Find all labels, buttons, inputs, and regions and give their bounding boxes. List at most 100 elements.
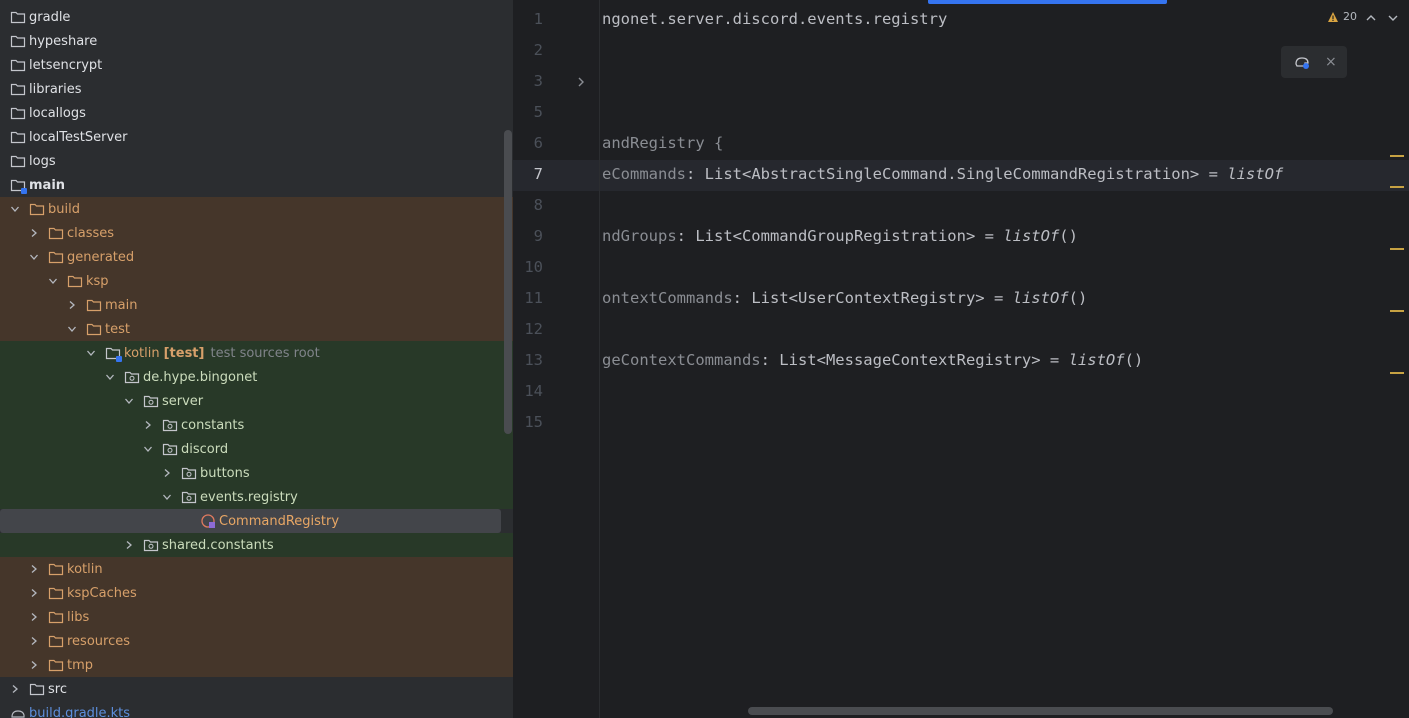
chevron-up-icon[interactable] <box>1365 12 1377 24</box>
call-parens: () <box>1059 227 1078 245</box>
class-declaration: andRegistry { <box>602 134 724 152</box>
chevron-right-icon[interactable] <box>29 564 39 574</box>
tree-row-label: localTestServer <box>29 129 128 145</box>
chevron-right-icon[interactable] <box>29 588 39 598</box>
tree-row-label: tmp <box>67 657 94 673</box>
folder-icon <box>10 81 26 97</box>
warning-icon <box>1328 11 1338 22</box>
tree-row-folder-kotlin[interactable]: kotlin <box>0 557 513 581</box>
chevron-down-icon[interactable] <box>124 396 134 406</box>
code-line-9: ndGroups: List<CommandGroupRegistration>… <box>602 227 1078 245</box>
tree-row-label: CommandRegistry <box>219 513 340 529</box>
tree-row-folder-generated[interactable]: generated <box>0 245 513 269</box>
chevron-right-icon[interactable] <box>29 636 39 646</box>
tree-row-folder-kotlin-test[interactable]: kotlin [test] test sources root <box>0 341 513 365</box>
property-name: ndGroups <box>602 227 677 245</box>
code-editor[interactable]: 1 2 3 5 6 7 8 9 10 11 12 13 14 15 ngonet.server.disco… <box>513 0 1409 718</box>
line-number: 11 <box>524 289 543 307</box>
excluded-folder-icon <box>48 657 64 673</box>
tree-row-file-build-gradle-kts[interactable]: build.gradle.kts <box>0 701 513 718</box>
tree-row-folder-build[interactable]: build <box>0 197 513 221</box>
tree-row-folder-kspCaches[interactable]: kspCaches <box>0 581 513 605</box>
tree-row-package-de-hype-bingonet[interactable]: de.hype.bingonet <box>0 365 513 389</box>
tree-row-folder-logs[interactable]: logs <box>0 149 513 173</box>
tree-row-folder-libs[interactable]: libs <box>0 605 513 629</box>
chevron-down-icon[interactable] <box>48 276 58 286</box>
chevron-down-icon[interactable] <box>10 204 20 214</box>
fold-expand-icon[interactable] <box>575 76 587 88</box>
chevron-down-icon[interactable] <box>1387 12 1399 24</box>
source-root-hint: test sources root <box>210 345 320 361</box>
chevron-right-icon[interactable] <box>29 660 39 670</box>
tree-row-label: test <box>105 321 130 337</box>
call-parens: () <box>1124 351 1144 369</box>
line-number: 5 <box>533 103 543 121</box>
tree-row-label: locallogs <box>29 105 86 121</box>
chevron-down-icon[interactable] <box>86 348 96 358</box>
tree-row-folder-locallogs[interactable]: locallogs <box>0 101 513 125</box>
warning-stripe-marker[interactable] <box>1390 186 1404 188</box>
code-line-13: geContextCommands: List<MessageContextRe… <box>602 351 1143 369</box>
chevron-down-icon[interactable] <box>162 492 172 502</box>
tree-row-label: build <box>48 201 80 217</box>
gradle-icon <box>10 705 26 718</box>
tree-row-folder-tmp[interactable]: tmp <box>0 653 513 677</box>
tree-row-folder-ksp-main[interactable]: main <box>0 293 513 317</box>
tree-row-label: kotlin <box>124 345 160 361</box>
tree-row-package-events-registry[interactable]: events.registry <box>0 485 513 509</box>
line-number: 9 <box>533 227 543 245</box>
warning-stripe-marker[interactable] <box>1390 155 1404 157</box>
gutter-separator <box>599 0 600 718</box>
tree-row-label: de.hype.bingonet <box>143 369 258 385</box>
tree-row-label: kotlin <box>67 561 103 577</box>
tree-row-folder-localTestServer[interactable]: localTestServer <box>0 125 513 149</box>
tree-row-label: libraries <box>29 81 82 97</box>
tree-row-package-server[interactable]: server <box>0 389 513 413</box>
tree-scrollbar[interactable] <box>504 130 512 434</box>
call-parens: () <box>1068 289 1088 307</box>
tree-row-folder-gradle[interactable]: gradle <box>0 5 513 29</box>
tree-row-folder-libraries[interactable]: libraries <box>0 77 513 101</box>
tree-row-folder-ksp[interactable]: ksp <box>0 269 513 293</box>
line-number: 6 <box>533 134 543 152</box>
tree-row-package-buttons[interactable]: buttons <box>0 461 513 485</box>
chevron-right-icon[interactable] <box>67 300 77 310</box>
chevron-down-icon[interactable] <box>143 444 153 454</box>
folder-icon <box>10 129 26 145</box>
warnings-indicator[interactable]: 20 <box>1327 10 1357 23</box>
chevron-right-icon[interactable] <box>124 540 134 550</box>
package-icon <box>162 417 178 433</box>
close-icon[interactable]: × <box>1325 54 1337 70</box>
tree-row-label: buttons <box>200 465 250 481</box>
active-tab-indicator <box>928 0 1167 4</box>
tree-row-folder-src[interactable]: src <box>0 677 513 701</box>
excluded-folder-icon <box>86 297 102 313</box>
excluded-folder-icon <box>67 273 83 289</box>
chevron-right-icon[interactable] <box>10 684 20 694</box>
tree-row-folder-hypeshare[interactable]: hypeshare <box>0 29 513 53</box>
tree-row-package-constants[interactable]: constants <box>0 413 513 437</box>
tree-row-folder-main[interactable]: main <box>0 173 513 197</box>
line-gutter: 1 2 3 5 6 7 8 9 10 11 12 13 14 15 <box>513 0 599 718</box>
chevron-right-icon[interactable] <box>143 420 153 430</box>
tree-row-folder-test[interactable]: test <box>0 317 513 341</box>
warning-stripe-marker[interactable] <box>1390 248 1404 250</box>
tree-row-package-shared-constants[interactable]: shared.constants <box>0 533 513 557</box>
line-number: 3 <box>533 72 543 90</box>
chevron-down-icon[interactable] <box>105 372 115 382</box>
chevron-down-icon[interactable] <box>67 324 77 334</box>
chevron-right-icon[interactable] <box>29 228 39 238</box>
chevron-right-icon[interactable] <box>162 468 172 478</box>
ai-assistant-icon[interactable] <box>1293 53 1311 71</box>
tree-row-package-discord[interactable]: discord <box>0 437 513 461</box>
warning-stripe-marker[interactable] <box>1390 372 1404 374</box>
chevron-down-icon[interactable] <box>29 252 39 262</box>
excluded-folder-icon <box>48 609 64 625</box>
horizontal-scrollbar[interactable] <box>748 707 1333 715</box>
warning-stripe-marker[interactable] <box>1390 310 1404 312</box>
chevron-right-icon[interactable] <box>29 612 39 622</box>
tree-row-folder-classes[interactable]: classes <box>0 221 513 245</box>
tree-row-folder-letsencrypt[interactable]: letsencrypt <box>0 53 513 77</box>
tree-row-folder-resources[interactable]: resources <box>0 629 513 653</box>
tree-row-file-CommandRegistry[interactable]: CommandRegistry <box>0 509 501 533</box>
